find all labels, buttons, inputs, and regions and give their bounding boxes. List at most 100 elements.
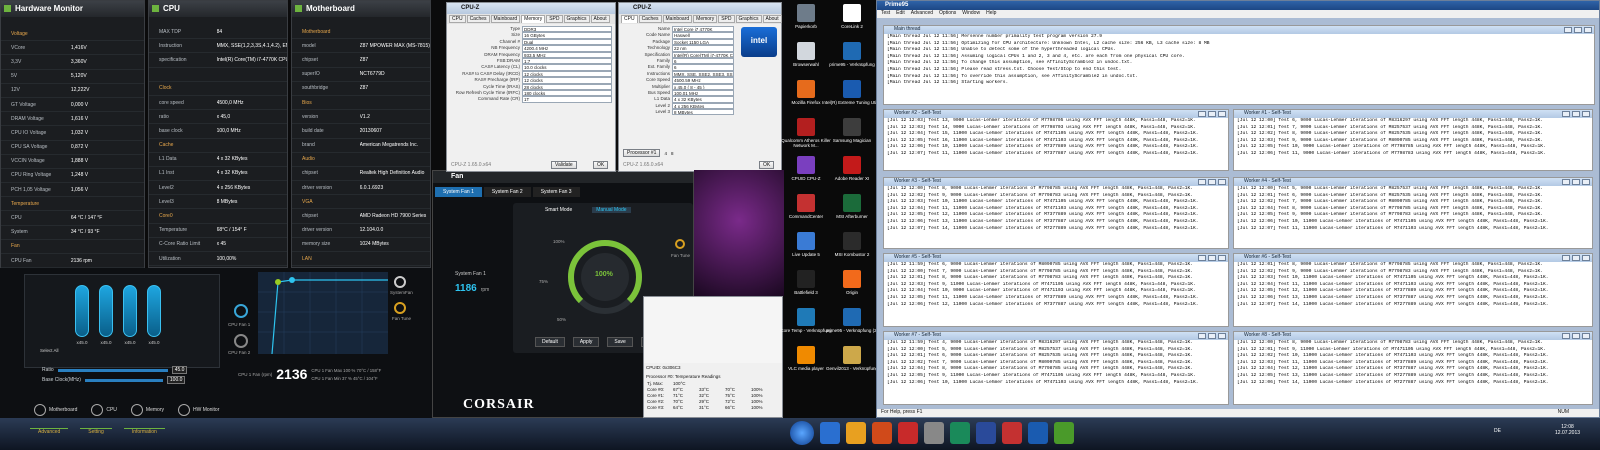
minimize-icon[interactable] <box>1198 333 1206 339</box>
tab-graphics[interactable]: Graphics <box>563 15 590 23</box>
menu-edit[interactable]: Edit <box>896 10 905 18</box>
core-ratio-slider[interactable] <box>147 285 161 337</box>
maximize-icon[interactable] <box>1208 255 1216 261</box>
fan-default-button[interactable]: Default <box>535 337 565 347</box>
language-indicator[interactable]: DE <box>1494 428 1501 434</box>
cpuz-cpu-ok-button[interactable]: OK <box>759 161 775 169</box>
tab-caches[interactable]: Caches <box>638 15 662 23</box>
desktop-icon[interactable]: Genvil2013 - Verknüpfung <box>820 346 884 382</box>
cpuz-memory-ok-button[interactable]: OK <box>593 161 609 169</box>
tab-graphics[interactable]: Graphics <box>735 15 762 23</box>
menu-options[interactable]: Options <box>939 10 956 18</box>
tab-memory[interactable]: Memory <box>521 15 546 23</box>
minimize-icon[interactable] <box>1562 255 1570 261</box>
close-icon[interactable] <box>1218 179 1226 185</box>
minimize-icon[interactable] <box>1564 27 1572 33</box>
taskbar-app-icon[interactable] <box>924 422 944 444</box>
bottom-tab[interactable]: Setting <box>80 428 112 435</box>
clock[interactable]: 12:08 12.07.2013 <box>1555 424 1580 436</box>
minimize-icon[interactable] <box>1198 179 1206 185</box>
close-icon[interactable] <box>1582 333 1590 339</box>
processor-select[interactable]: Processor #1 <box>623 149 661 157</box>
core-ratio-slider[interactable] <box>99 285 113 337</box>
close-icon[interactable] <box>1218 255 1226 261</box>
minimize-icon[interactable] <box>1562 333 1570 339</box>
maximize-icon[interactable] <box>1572 111 1580 117</box>
ratio-slider[interactable] <box>57 368 168 372</box>
maximize-icon[interactable] <box>1574 27 1582 33</box>
taskbar-app-icon[interactable] <box>846 422 866 444</box>
desktop-icon[interactable]: prime95 - Verknüpfung <box>820 42 884 78</box>
tab-cpu[interactable]: CPU <box>621 15 638 23</box>
menu-window[interactable]: Window <box>962 10 980 18</box>
desktop-icon[interactable]: MSI Afterburner <box>820 194 884 230</box>
fan-save-button[interactable]: Save <box>607 337 633 347</box>
core-ratio-slider[interactable] <box>123 285 137 337</box>
tab-memory[interactable]: Memory <box>693 15 718 23</box>
taskbar-app-icon[interactable] <box>976 422 996 444</box>
nav-item-hw-monitor[interactable]: HW Monitor <box>177 404 219 416</box>
desktop-icon[interactable]: Adobe Reader XI <box>820 156 884 192</box>
taskbar-app-icon[interactable] <box>820 422 840 444</box>
menu-advanced[interactable]: Advanced <box>911 10 933 18</box>
fan-curve-chart[interactable] <box>258 272 388 354</box>
maximize-icon[interactable] <box>1208 179 1216 185</box>
close-icon[interactable] <box>1218 111 1226 117</box>
base-clock-value[interactable]: 100.0 <box>166 376 186 384</box>
cpuz-validate-button[interactable]: Validate <box>551 161 577 169</box>
desktop-icon[interactable]: Intel(R) Extreme Tuning Utility <box>820 80 884 116</box>
close-icon[interactable] <box>1582 255 1590 261</box>
taskbar-app-icon[interactable] <box>950 422 970 444</box>
fan-tab[interactable]: System Fan 3 <box>532 187 580 197</box>
tab-caches[interactable]: Caches <box>466 15 490 23</box>
maximize-icon[interactable] <box>1208 111 1216 117</box>
desktop-icon[interactable]: prime95 - Verknüpfung (2) <box>820 308 884 344</box>
close-icon[interactable] <box>1584 27 1592 33</box>
close-icon[interactable] <box>1218 333 1226 339</box>
taskbar-app-icon[interactable] <box>1028 422 1048 444</box>
nav-item-motherboard[interactable]: Motherboard <box>34 404 77 416</box>
cpu-fan1-icon[interactable] <box>234 304 248 318</box>
menu-test[interactable]: Test <box>881 10 890 18</box>
nav-item-memory[interactable]: Memory <box>130 404 164 416</box>
tab-cpu[interactable]: CPU <box>449 15 466 23</box>
desktop-icon[interactable]: Origin <box>820 270 884 306</box>
bottom-tab[interactable]: Information <box>123 428 165 435</box>
core-ratio-slider[interactable] <box>75 285 89 337</box>
fan-tab[interactable]: System Fan 2 <box>483 187 531 197</box>
base-clock-slider[interactable] <box>84 378 163 382</box>
fan-apply-button[interactable]: Apply <box>572 337 600 347</box>
smart-mode-button[interactable]: Smart Mode <box>545 207 572 213</box>
tab-mainboard[interactable]: Mainboard <box>662 15 693 23</box>
desktop-icon[interactable]: Samsung Magician <box>820 118 884 154</box>
ratio-value[interactable]: 45.0 <box>171 366 188 374</box>
bottom-tab[interactable]: Advanced <box>30 428 69 435</box>
menu-help[interactable]: Help <box>986 10 996 18</box>
minimize-icon[interactable] <box>1198 111 1206 117</box>
cpu-fan2-icon[interactable] <box>234 334 248 348</box>
maximize-icon[interactable] <box>1572 255 1580 261</box>
taskbar-app-icon[interactable] <box>1002 422 1022 444</box>
fan-tune-icon[interactable] <box>394 302 406 314</box>
taskbar-app-icon[interactable] <box>1054 422 1074 444</box>
tab-spd[interactable]: SPD <box>546 15 563 23</box>
maximize-icon[interactable] <box>1572 179 1580 185</box>
nav-item-cpu[interactable]: CPU <box>91 404 117 416</box>
close-icon[interactable] <box>1582 179 1590 185</box>
close-icon[interactable] <box>1582 111 1590 117</box>
taskbar-app-icon[interactable] <box>898 422 918 444</box>
fan-tab[interactable]: System Fan 1 <box>435 187 482 197</box>
taskbar-app-icon[interactable] <box>872 422 892 444</box>
tab-about[interactable]: About <box>590 15 610 23</box>
desktop-icon[interactable]: CoreLink 2 <box>820 4 884 40</box>
maximize-icon[interactable] <box>1572 333 1580 339</box>
tab-mainboard[interactable]: Mainboard <box>490 15 521 23</box>
minimize-icon[interactable] <box>1562 111 1570 117</box>
system-fan-icon[interactable] <box>394 276 406 288</box>
manual-mode-button[interactable]: Manual Mode <box>592 207 631 213</box>
minimize-icon[interactable] <box>1198 255 1206 261</box>
minimize-icon[interactable] <box>1562 179 1570 185</box>
start-button[interactable] <box>790 421 814 445</box>
maximize-icon[interactable] <box>1208 333 1216 339</box>
fan-window-tune-icon[interactable] <box>675 239 685 249</box>
